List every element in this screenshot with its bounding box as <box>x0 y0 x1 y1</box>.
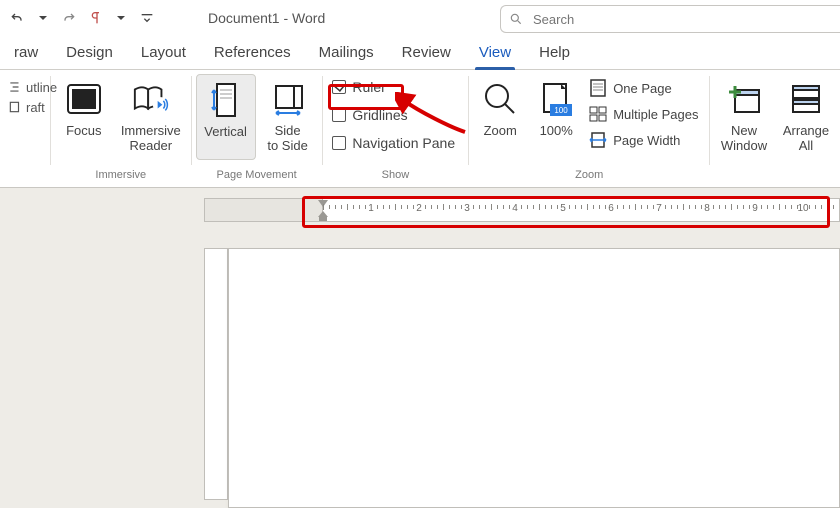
editor-area: 12345678910 <box>0 188 840 500</box>
vertical-ruler[interactable] <box>204 248 228 500</box>
checkbox-icon <box>332 136 346 150</box>
group-page-movement: Vertical Side to Side Page Movement <box>192 70 322 187</box>
navigation-pane-checkbox[interactable]: Navigation Pane <box>332 134 456 152</box>
group-window: New Window Arrange All <box>710 70 840 187</box>
document-page[interactable] <box>228 248 840 508</box>
ruler-checkbox[interactable]: Ruler <box>332 78 456 96</box>
horizontal-ruler[interactable]: 12345678910 <box>204 198 840 222</box>
checkbox-icon <box>332 108 346 122</box>
one-page-button[interactable]: One Page <box>589 76 699 100</box>
ribbon: utline raft Focus <box>0 70 840 188</box>
tab-design[interactable]: Design <box>52 38 127 69</box>
search-input[interactable] <box>531 11 832 28</box>
new-window-button[interactable]: New Window <box>714 74 774 160</box>
document-title: Document1 - Word <box>208 10 325 26</box>
views-list: utline raft <box>4 74 50 117</box>
tab-mailings[interactable]: Mailings <box>305 38 388 69</box>
checkbox-icon <box>332 80 346 94</box>
undo-button[interactable] <box>6 7 28 29</box>
tab-help[interactable]: Help <box>525 38 584 69</box>
page-width-icon <box>589 131 607 149</box>
group-immersive: Focus Immersive Reader Immersive <box>51 70 191 187</box>
customize-qat-icon[interactable] <box>136 7 158 29</box>
redo-button[interactable] <box>58 7 80 29</box>
tab-draw[interactable]: raw <box>0 38 52 69</box>
page-100-icon: 100 <box>537 80 575 118</box>
arrange-all-icon <box>787 80 825 118</box>
tab-references[interactable]: References <box>200 38 305 69</box>
tab-review[interactable]: Review <box>388 38 465 69</box>
quick-access-toolbar <box>6 0 158 36</box>
magnifier-icon <box>481 80 519 118</box>
gridlines-checkbox[interactable]: Gridlines <box>332 106 456 124</box>
search-icon <box>509 12 523 26</box>
vertical-button[interactable]: Vertical <box>196 74 256 160</box>
undo-dropdown-icon[interactable] <box>32 7 54 29</box>
tab-layout[interactable]: Layout <box>127 38 200 69</box>
tab-view[interactable]: View <box>465 38 525 69</box>
ribbon-tabs: raw Design Layout References Mailings Re… <box>0 36 840 70</box>
focus-icon <box>65 80 103 118</box>
group-zoom: Zoom 100 100% <box>469 70 709 187</box>
multiple-pages-button[interactable]: Multiple Pages <box>589 102 699 126</box>
book-audio-icon <box>132 80 170 118</box>
zoom-button[interactable]: Zoom <box>473 74 527 160</box>
paragraph-dropdown-icon[interactable] <box>110 7 132 29</box>
draft-view-button[interactable]: raft <box>4 97 50 117</box>
focus-button[interactable]: Focus <box>55 74 113 160</box>
title-bar: Document1 - Word <box>0 0 840 36</box>
svg-text:100: 100 <box>555 106 569 115</box>
immersive-reader-button[interactable]: Immersive Reader <box>115 74 187 160</box>
multi-page-icon <box>589 105 607 123</box>
page-vertical-icon <box>207 81 245 119</box>
new-window-icon <box>725 80 763 118</box>
group-label-page-movement: Page Movement <box>217 169 297 185</box>
zoom-100-button[interactable]: 100 100% <box>529 74 583 160</box>
paragraph-mark-button[interactable] <box>84 7 106 29</box>
page-horizontal-icon <box>269 80 307 118</box>
outline-view-button[interactable]: utline <box>4 77 50 97</box>
group-show: Ruler Gridlines Navigation Pane Show <box>322 70 468 187</box>
group-label-immersive: Immersive <box>95 169 146 185</box>
group-label-zoom: Zoom <box>575 169 603 185</box>
arrange-all-button[interactable]: Arrange All <box>776 74 836 160</box>
group-label-show: Show <box>382 169 410 185</box>
one-page-icon <box>589 79 607 97</box>
search-box[interactable] <box>500 5 840 33</box>
page-width-button[interactable]: Page Width <box>589 128 699 152</box>
side-to-side-button[interactable]: Side to Side <box>258 74 318 160</box>
